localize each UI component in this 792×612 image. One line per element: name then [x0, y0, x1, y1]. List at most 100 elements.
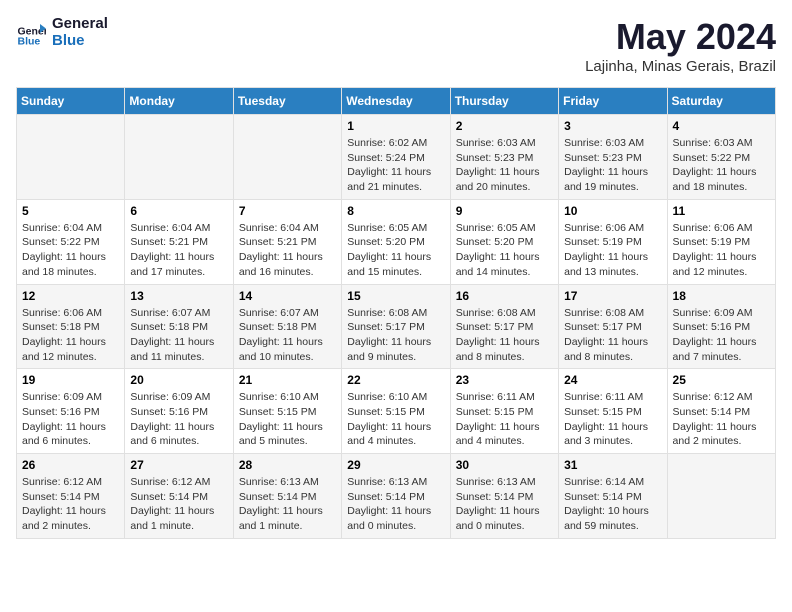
day-info: Sunrise: 6:06 AMSunset: 5:19 PMDaylight:…	[673, 221, 770, 280]
header-saturday: Saturday	[667, 88, 775, 115]
calendar-cell: 16 Sunrise: 6:08 AMSunset: 5:17 PMDayligh…	[450, 284, 558, 369]
day-info: Sunrise: 6:13 AMSunset: 5:14 PMDaylight:…	[456, 475, 553, 534]
calendar-cell: 7 Sunrise: 6:04 AMSunset: 5:21 PMDaylight…	[233, 199, 341, 284]
calendar-cell: 28 Sunrise: 6:13 AMSunset: 5:14 PMDayligh…	[233, 454, 341, 539]
day-number: 25	[673, 373, 770, 387]
day-number: 14	[239, 289, 336, 303]
svg-text:Blue: Blue	[18, 35, 41, 47]
logo-general: General	[52, 16, 108, 33]
week-row-4: 26 Sunrise: 6:12 AMSunset: 5:14 PMDayligh…	[17, 454, 776, 539]
calendar-cell: 11 Sunrise: 6:06 AMSunset: 5:19 PMDayligh…	[667, 199, 775, 284]
day-number: 28	[239, 458, 336, 472]
calendar-cell: 18 Sunrise: 6:09 AMSunset: 5:16 PMDayligh…	[667, 284, 775, 369]
day-info: Sunrise: 6:09 AMSunset: 5:16 PMDaylight:…	[22, 390, 119, 449]
day-info: Sunrise: 6:11 AMSunset: 5:15 PMDaylight:…	[564, 390, 661, 449]
day-number: 9	[456, 204, 553, 218]
header-wednesday: Wednesday	[342, 88, 450, 115]
day-number: 4	[673, 119, 770, 133]
calendar-cell: 1Sunrise: 6:02 AMSunset: 5:24 PMDaylight…	[342, 115, 450, 200]
calendar-cell: 2 Sunrise: 6:03 AMSunset: 5:23 PMDaylight…	[450, 115, 558, 200]
day-number: 23	[456, 373, 553, 387]
day-number: 17	[564, 289, 661, 303]
day-info: Sunrise: 6:13 AMSunset: 5:14 PMDaylight:…	[239, 475, 336, 534]
header-sunday: Sunday	[17, 88, 125, 115]
location: Lajinha, Minas Gerais, Brazil	[585, 58, 776, 75]
calendar-cell: 5 Sunrise: 6:04 AMSunset: 5:22 PMDaylight…	[17, 199, 125, 284]
header-friday: Friday	[559, 88, 667, 115]
header-row: SundayMondayTuesdayWednesdayThursdayFrid…	[17, 88, 776, 115]
day-number: 8	[347, 204, 444, 218]
day-info: Sunrise: 6:12 AMSunset: 5:14 PMDaylight:…	[22, 475, 119, 534]
day-number: 18	[673, 289, 770, 303]
day-info: Sunrise: 6:03 AMSunset: 5:23 PMDaylight:…	[456, 136, 553, 195]
calendar-cell: 22Sunrise: 6:10 AMSunset: 5:15 PMDayligh…	[342, 369, 450, 454]
day-info: Sunrise: 6:03 AMSunset: 5:22 PMDaylight:…	[673, 136, 770, 195]
calendar-cell: 19 Sunrise: 6:09 AMSunset: 5:16 PMDayligh…	[17, 369, 125, 454]
day-info: Sunrise: 6:05 AMSunset: 5:20 PMDaylight:…	[347, 221, 444, 280]
calendar-cell: 12Sunrise: 6:06 AMSunset: 5:18 PMDayligh…	[17, 284, 125, 369]
calendar-table: SundayMondayTuesdayWednesdayThursdayFrid…	[16, 87, 776, 539]
day-info: Sunrise: 6:06 AMSunset: 5:18 PMDaylight:…	[22, 306, 119, 365]
day-info: Sunrise: 6:09 AMSunset: 5:16 PMDaylight:…	[673, 306, 770, 365]
calendar-cell: 29Sunrise: 6:13 AMSunset: 5:14 PMDayligh…	[342, 454, 450, 539]
day-info: Sunrise: 6:07 AMSunset: 5:18 PMDaylight:…	[239, 306, 336, 365]
calendar-cell: 17 Sunrise: 6:08 AMSunset: 5:17 PMDayligh…	[559, 284, 667, 369]
calendar-cell: 26 Sunrise: 6:12 AMSunset: 5:14 PMDayligh…	[17, 454, 125, 539]
day-number: 30	[456, 458, 553, 472]
title-block: May 2024 Lajinha, Minas Gerais, Brazil	[585, 16, 776, 75]
calendar-cell	[17, 115, 125, 200]
day-info: Sunrise: 6:10 AMSunset: 5:15 PMDaylight:…	[347, 390, 444, 449]
day-info: Sunrise: 6:09 AMSunset: 5:16 PMDaylight:…	[130, 390, 227, 449]
logo: General Blue General Blue	[16, 16, 108, 49]
calendar-cell	[125, 115, 233, 200]
day-number: 2	[456, 119, 553, 133]
calendar-cell: 24 Sunrise: 6:11 AMSunset: 5:15 PMDayligh…	[559, 369, 667, 454]
day-info: Sunrise: 6:04 AMSunset: 5:21 PMDaylight:…	[239, 221, 336, 280]
calendar-cell: 15Sunrise: 6:08 AMSunset: 5:17 PMDayligh…	[342, 284, 450, 369]
calendar-cell: 30 Sunrise: 6:13 AMSunset: 5:14 PMDayligh…	[450, 454, 558, 539]
header-thursday: Thursday	[450, 88, 558, 115]
day-info: Sunrise: 6:02 AMSunset: 5:24 PMDaylight:…	[347, 136, 444, 195]
calendar-cell: 31 Sunrise: 6:14 AMSunset: 5:14 PMDayligh…	[559, 454, 667, 539]
day-info: Sunrise: 6:06 AMSunset: 5:19 PMDaylight:…	[564, 221, 661, 280]
day-info: Sunrise: 6:05 AMSunset: 5:20 PMDaylight:…	[456, 221, 553, 280]
day-info: Sunrise: 6:03 AMSunset: 5:23 PMDaylight:…	[564, 136, 661, 195]
calendar-cell: 27 Sunrise: 6:12 AMSunset: 5:14 PMDayligh…	[125, 454, 233, 539]
day-info: Sunrise: 6:08 AMSunset: 5:17 PMDaylight:…	[456, 306, 553, 365]
calendar-cell: 21Sunrise: 6:10 AMSunset: 5:15 PMDayligh…	[233, 369, 341, 454]
day-number: 20	[130, 373, 227, 387]
calendar-cell: 4 Sunrise: 6:03 AMSunset: 5:22 PMDaylight…	[667, 115, 775, 200]
calendar-cell: 13Sunrise: 6:07 AMSunset: 5:18 PMDayligh…	[125, 284, 233, 369]
day-number: 21	[239, 373, 336, 387]
calendar-cell	[667, 454, 775, 539]
day-number: 3	[564, 119, 661, 133]
day-info: Sunrise: 6:04 AMSunset: 5:22 PMDaylight:…	[22, 221, 119, 280]
day-number: 26	[22, 458, 119, 472]
day-info: Sunrise: 6:08 AMSunset: 5:17 PMDaylight:…	[564, 306, 661, 365]
day-number: 19	[22, 373, 119, 387]
calendar-cell: 3 Sunrise: 6:03 AMSunset: 5:23 PMDaylight…	[559, 115, 667, 200]
day-number: 11	[673, 204, 770, 218]
calendar-cell: 9 Sunrise: 6:05 AMSunset: 5:20 PMDaylight…	[450, 199, 558, 284]
day-number: 7	[239, 204, 336, 218]
day-number: 13	[130, 289, 227, 303]
day-info: Sunrise: 6:11 AMSunset: 5:15 PMDaylight:…	[456, 390, 553, 449]
day-number: 31	[564, 458, 661, 472]
logo-icon: General Blue	[16, 18, 46, 48]
day-info: Sunrise: 6:12 AMSunset: 5:14 PMDaylight:…	[673, 390, 770, 449]
day-number: 27	[130, 458, 227, 472]
calendar-cell: 10Sunrise: 6:06 AMSunset: 5:19 PMDayligh…	[559, 199, 667, 284]
day-info: Sunrise: 6:13 AMSunset: 5:14 PMDaylight:…	[347, 475, 444, 534]
day-info: Sunrise: 6:14 AMSunset: 5:14 PMDaylight:…	[564, 475, 661, 534]
week-row-0: 1Sunrise: 6:02 AMSunset: 5:24 PMDaylight…	[17, 115, 776, 200]
calendar-cell: 20 Sunrise: 6:09 AMSunset: 5:16 PMDayligh…	[125, 369, 233, 454]
day-number: 16	[456, 289, 553, 303]
day-number: 5	[22, 204, 119, 218]
calendar-cell: 14 Sunrise: 6:07 AMSunset: 5:18 PMDayligh…	[233, 284, 341, 369]
day-info: Sunrise: 6:04 AMSunset: 5:21 PMDaylight:…	[130, 221, 227, 280]
logo-blue: Blue	[52, 33, 108, 50]
day-info: Sunrise: 6:12 AMSunset: 5:14 PMDaylight:…	[130, 475, 227, 534]
week-row-1: 5 Sunrise: 6:04 AMSunset: 5:22 PMDaylight…	[17, 199, 776, 284]
day-number: 24	[564, 373, 661, 387]
day-number: 6	[130, 204, 227, 218]
